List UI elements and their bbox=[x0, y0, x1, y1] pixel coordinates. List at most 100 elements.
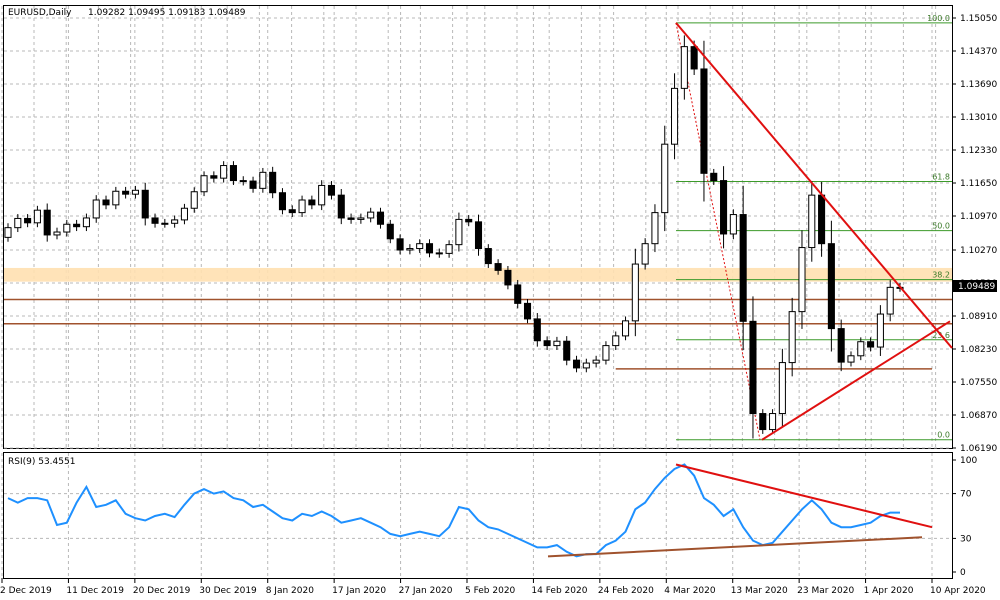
time-tick-label: 5 Feb 2020 bbox=[465, 586, 516, 596]
bearish-candle[interactable] bbox=[337, 194, 345, 219]
bullish-candle[interactable] bbox=[445, 244, 453, 254]
bearish-candle[interactable] bbox=[504, 269, 512, 286]
bearish-candle[interactable] bbox=[24, 217, 32, 224]
price-tick-label: 1.10270 bbox=[960, 246, 997, 256]
bullish-candle[interactable] bbox=[82, 217, 90, 228]
bullish-candle[interactable] bbox=[729, 214, 737, 235]
price-tick-label: 1.13690 bbox=[960, 80, 997, 90]
bearish-candle[interactable] bbox=[533, 318, 541, 342]
bullish-candle[interactable] bbox=[553, 340, 561, 347]
bearish-candle[interactable] bbox=[563, 340, 571, 361]
bullish-candle[interactable] bbox=[769, 413, 777, 431]
price-tick-label: 1.06190 bbox=[960, 444, 997, 454]
bearish-candle[interactable] bbox=[376, 211, 385, 225]
bearish-candle[interactable] bbox=[435, 252, 443, 255]
bearish-candle[interactable] bbox=[269, 171, 277, 194]
bearish-candle[interactable] bbox=[239, 180, 247, 183]
bullish-candle[interactable] bbox=[112, 190, 120, 206]
bearish-candle[interactable] bbox=[749, 320, 757, 415]
bullish-candle[interactable] bbox=[416, 243, 424, 250]
bearish-candle[interactable] bbox=[210, 175, 218, 179]
bullish-candle[interactable] bbox=[661, 143, 669, 214]
bullish-candle[interactable] bbox=[651, 212, 659, 245]
bullish-candle[interactable] bbox=[798, 247, 806, 313]
bearish-candle[interactable] bbox=[759, 413, 767, 431]
bearish-candle[interactable] bbox=[543, 340, 551, 347]
bearish-candle[interactable] bbox=[102, 199, 110, 206]
bearish-candle[interactable] bbox=[867, 341, 875, 348]
bullish-candle[interactable] bbox=[680, 46, 688, 89]
time-tick-label: 8 Jan 2020 bbox=[266, 586, 314, 596]
bullish-candle[interactable] bbox=[33, 209, 41, 224]
bullish-candle[interactable] bbox=[367, 211, 375, 219]
bearish-candle[interactable] bbox=[494, 263, 502, 271]
bearish-candle[interactable] bbox=[474, 221, 483, 250]
bearish-candle[interactable] bbox=[425, 243, 434, 254]
bearish-candle[interactable] bbox=[572, 359, 581, 369]
bullish-candle[interactable] bbox=[298, 199, 306, 214]
bearish-candle[interactable] bbox=[151, 217, 159, 224]
bullish-candle[interactable] bbox=[357, 217, 365, 220]
rsi-tick-label: 100 bbox=[960, 456, 977, 466]
bearish-candle[interactable] bbox=[465, 218, 473, 223]
bullish-candle[interactable] bbox=[131, 189, 139, 195]
bullish-candle[interactable] bbox=[4, 227, 12, 238]
bearish-candle[interactable] bbox=[386, 223, 394, 240]
bullish-candle[interactable] bbox=[171, 219, 179, 224]
bearish-candle[interactable] bbox=[523, 302, 532, 320]
bearish-candle[interactable] bbox=[710, 172, 718, 182]
bearish-candle[interactable] bbox=[308, 199, 316, 206]
time-tick-label: 2 Dec 2019 bbox=[0, 586, 52, 596]
bullish-candle[interactable] bbox=[876, 313, 884, 348]
bearish-candle[interactable] bbox=[43, 209, 51, 236]
bearish-candle[interactable] bbox=[690, 46, 698, 70]
bearish-candle[interactable] bbox=[484, 248, 492, 265]
bullish-candle[interactable] bbox=[406, 248, 414, 251]
bullish-candle[interactable] bbox=[788, 311, 796, 364]
bullish-candle[interactable] bbox=[641, 243, 649, 265]
bearish-candle[interactable] bbox=[73, 223, 81, 228]
bullish-candle[interactable] bbox=[621, 320, 630, 337]
bullish-candle[interactable] bbox=[582, 362, 590, 369]
bullish-candle[interactable] bbox=[63, 223, 71, 233]
bearish-candle[interactable] bbox=[249, 180, 257, 189]
bearish-candle[interactable] bbox=[327, 184, 336, 196]
bearish-candle[interactable] bbox=[837, 328, 845, 363]
bullish-candle[interactable] bbox=[886, 286, 894, 315]
bullish-candle[interactable] bbox=[318, 184, 326, 206]
bullish-candle[interactable] bbox=[14, 217, 22, 229]
bullish-candle[interactable] bbox=[220, 165, 228, 179]
bullish-candle[interactable] bbox=[161, 222, 169, 225]
bullish-candle[interactable] bbox=[631, 263, 639, 322]
time-tick-label: 14 Feb 2020 bbox=[531, 586, 587, 596]
bullish-candle[interactable] bbox=[200, 175, 208, 193]
bearish-candle[interactable] bbox=[122, 190, 130, 195]
bullish-candle[interactable] bbox=[612, 335, 620, 347]
bullish-candle[interactable] bbox=[53, 231, 61, 236]
bullish-candle[interactable] bbox=[847, 355, 855, 363]
bullish-candle[interactable] bbox=[455, 218, 463, 246]
time-tick-label: 10 Apr 2020 bbox=[930, 586, 986, 596]
bearish-candle[interactable] bbox=[347, 217, 355, 220]
bearish-candle[interactable] bbox=[700, 68, 708, 174]
bearish-candle[interactable] bbox=[827, 243, 835, 330]
bullish-candle[interactable] bbox=[180, 207, 188, 221]
bearish-candle[interactable] bbox=[229, 165, 237, 182]
bearish-candle[interactable] bbox=[720, 180, 728, 235]
bearish-candle[interactable] bbox=[141, 189, 149, 219]
bearish-candle[interactable] bbox=[514, 284, 522, 304]
bearish-candle[interactable] bbox=[396, 238, 404, 251]
bearish-candle[interactable] bbox=[278, 192, 287, 211]
bearish-candle[interactable] bbox=[818, 194, 826, 245]
bullish-candle[interactable] bbox=[857, 341, 865, 357]
bullish-candle[interactable] bbox=[602, 345, 610, 361]
bearish-candle[interactable] bbox=[288, 209, 296, 214]
bullish-candle[interactable] bbox=[190, 191, 198, 209]
bullish-candle[interactable] bbox=[671, 87, 679, 145]
bullish-candle[interactable] bbox=[808, 194, 816, 249]
bullish-candle[interactable] bbox=[259, 171, 267, 189]
bullish-candle[interactable] bbox=[778, 362, 786, 415]
bullish-candle[interactable] bbox=[92, 199, 100, 219]
bearish-candle[interactable] bbox=[739, 214, 747, 322]
bullish-candle[interactable] bbox=[592, 359, 600, 364]
